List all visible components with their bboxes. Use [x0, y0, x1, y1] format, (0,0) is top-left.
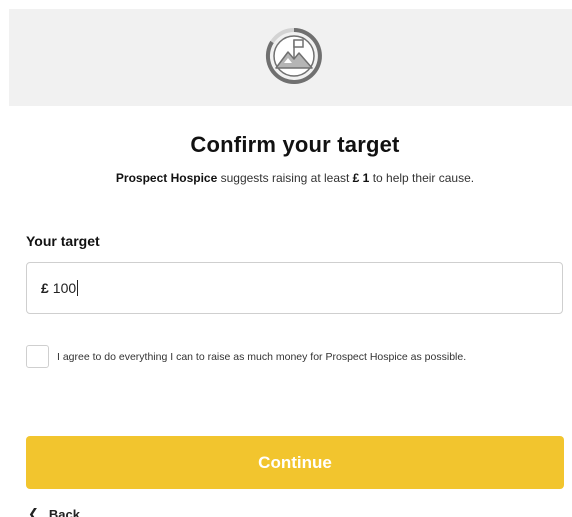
page-subtitle: Prospect Hospice suggests raising at lea… — [0, 171, 572, 185]
org-name: Prospect Hospice — [115, 171, 218, 185]
page-title: Confirm your target — [190, 132, 400, 157]
target-input[interactable]: £ 100 — [26, 262, 563, 314]
agree-checkbox[interactable] — [26, 345, 49, 368]
suggested-amount: £ 1 — [352, 171, 370, 185]
subtitle-end-text: to help their cause. — [369, 171, 475, 185]
back-label: Back — [48, 506, 80, 517]
chevron-left-icon: ❮ — [28, 506, 39, 517]
currency-symbol: £ — [41, 280, 49, 296]
continue-button[interactable]: Continue — [26, 436, 564, 489]
agree-label: I agree to do everything I can to raise … — [57, 350, 467, 363]
target-value: 100 — [52, 280, 77, 296]
subtitle-middle-text: suggests raising at least — [217, 171, 353, 185]
agree-row: I agree to do everything I can to raise … — [26, 345, 466, 368]
text-cursor — [77, 280, 79, 296]
back-link[interactable]: ❮ Back — [28, 506, 80, 517]
mountain-flag-logo-icon — [264, 26, 324, 86]
target-label: Your target — [26, 233, 100, 249]
